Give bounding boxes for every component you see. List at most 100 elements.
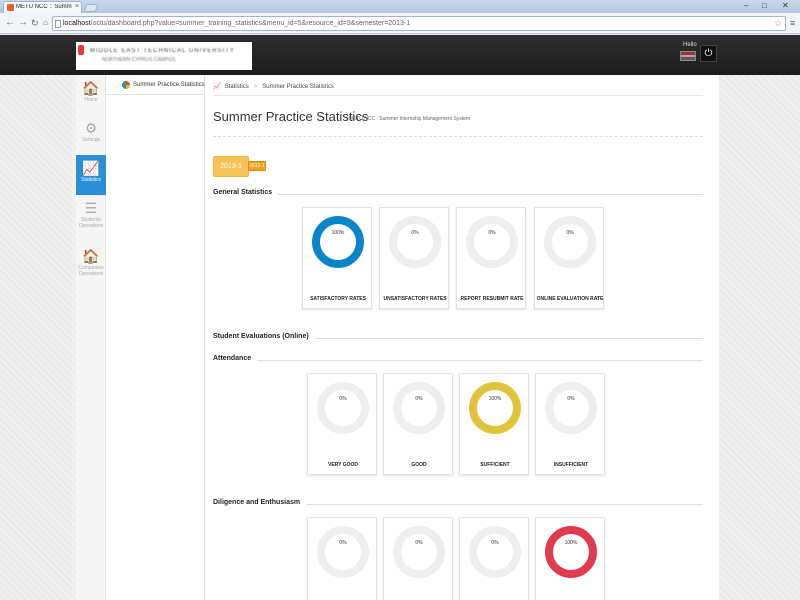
- stat-label: UNSATISFACTORY RATES: [383, 296, 447, 302]
- stat-value: 0%: [411, 230, 419, 236]
- sub-navigation: Summer Practice Statistics: [106, 75, 205, 600]
- donut-ring: [466, 216, 518, 268]
- user-avatar[interactable]: [680, 51, 696, 61]
- donut-ring: [545, 382, 597, 434]
- stat-label: INSUFFICIENT: [553, 462, 589, 468]
- stat-value: 0%: [339, 396, 347, 402]
- back-icon[interactable]: ←: [5, 17, 15, 29]
- semester-dropdown[interactable]: 2013-1: [248, 161, 266, 171]
- stat-card: 100%: [535, 517, 605, 600]
- section-general-statistics: General Statistics: [213, 189, 703, 199]
- home-icon: 🏠: [82, 80, 100, 96]
- stat-card: 0%: [459, 517, 529, 600]
- new-tab-button[interactable]: [83, 4, 99, 12]
- stat-label: REPORT RESUBMIT RATE: [460, 296, 524, 302]
- divider: [213, 194, 703, 195]
- donut-ring: [389, 216, 441, 268]
- sidebar-item-label: Students Operations: [78, 217, 104, 229]
- donut-ring: [317, 382, 369, 434]
- stat-label: ONLINE EVALUATION RATE: [536, 296, 604, 302]
- section-diligence: Diligence and Enthusiasm: [213, 499, 703, 509]
- hello-text: Hello: [683, 42, 697, 48]
- browser-toolbar: ← → ↻ ⌂ localhost/octu/dashboard.php?val…: [0, 13, 800, 34]
- stat-label: SUFFICIENT: [480, 462, 510, 468]
- sidebar-item-students-operations[interactable]: ☰ Students Operations: [76, 195, 106, 235]
- browser-menu-icon[interactable]: ≡: [790, 18, 795, 28]
- breadcrumb-current: Summer Practice Statistics: [262, 84, 334, 90]
- stat-value: 0%: [415, 540, 423, 546]
- close-window-button[interactable]: ✕: [782, 1, 789, 10]
- stat-label: SATISFACTORY RATES: [310, 296, 366, 302]
- sidebar-item-label: Settings: [81, 137, 101, 143]
- favicon-icon: [7, 4, 14, 11]
- donut-ring: [469, 382, 521, 434]
- sidebar-item-statistics[interactable]: 📈 Statistics: [76, 155, 106, 195]
- line-chart-icon: 📈: [213, 83, 222, 90]
- main-sidebar: 🏠 Home ⚙ Settings 📈 Statistics ☰ Student…: [76, 75, 106, 600]
- breadcrumb-statistics[interactable]: Statistics: [225, 84, 249, 90]
- logo-text-line2: NORTHERN CYPRUS CAMPUS: [102, 57, 176, 63]
- university-logo[interactable]: MIDDLE EAST TECHNICAL UNIVERSITY NORTHER…: [76, 42, 252, 70]
- donut-ring: [545, 526, 597, 578]
- pie-chart-icon: [122, 81, 130, 89]
- stat-label: VERY GOOD: [327, 462, 358, 468]
- power-icon: ⏻: [704, 48, 713, 59]
- stat-card: 0% ONLINE EVALUATION RATE: [534, 207, 604, 309]
- stat-value: 100%: [488, 396, 502, 402]
- stat-value: 0%: [567, 396, 575, 402]
- reload-icon[interactable]: ↻: [31, 17, 39, 29]
- page-subtitle: | METU NCC : Summer Internship Managemen…: [346, 116, 471, 122]
- section-student-evaluations: Student Evaluations (Online): [213, 333, 703, 343]
- donut-ring: [469, 526, 521, 578]
- stat-card: 0% UNSATISFACTORY RATES: [379, 207, 449, 309]
- bookmark-star-icon[interactable]: ☆: [774, 18, 782, 29]
- logout-button[interactable]: ⏻: [700, 45, 717, 62]
- section-title: General Statistics: [213, 189, 279, 196]
- donut-ring: [544, 216, 596, 268]
- sidebar-item-label: Companies Operations: [78, 265, 104, 277]
- donut-ring: [317, 526, 369, 578]
- semester-button[interactable]: 2013-1: [213, 156, 249, 177]
- logo-text-line1: MIDDLE EAST TECHNICAL UNIVERSITY: [90, 48, 235, 54]
- url-text: localhost/octu/dashboard.php?value=summe…: [63, 20, 411, 27]
- subnav-item-summer-practice-statistics[interactable]: Summer Practice Statistics: [106, 75, 205, 95]
- stat-label: GOOD: [411, 462, 427, 468]
- list-icon: ☰: [84, 200, 98, 216]
- sidebar-item-label: Statistics: [80, 177, 101, 183]
- section-title: Diligence and Enthusiasm: [213, 499, 307, 506]
- stat-value: 100%: [564, 540, 578, 546]
- minimize-button[interactable]: –: [744, 1, 748, 10]
- stat-card: 100% SUFFICIENT: [459, 373, 529, 475]
- donut-ring: [312, 216, 364, 268]
- stat-card: 100% SATISFACTORY RATES: [302, 207, 372, 309]
- forward-icon[interactable]: →: [18, 17, 28, 29]
- stat-card: 0%: [307, 517, 377, 600]
- sidebar-item-companies-operations[interactable]: 🏠 Companies Operations: [76, 243, 106, 283]
- sidebar-item-home[interactable]: 🏠 Home: [76, 75, 106, 115]
- stat-card: 0%: [383, 517, 453, 600]
- main-content: 📈 Statistics > Summer Practice Statistics S…: [205, 75, 719, 600]
- tab-close-icon[interactable]: ×: [75, 3, 79, 10]
- stat-value: 0%: [339, 540, 347, 546]
- gear-icon: ⚙: [84, 120, 98, 136]
- sidebar-item-label: Home: [84, 97, 98, 103]
- logo-mark-icon: [78, 45, 84, 55]
- section-attendance: Attendance: [213, 355, 703, 365]
- subnav-item-label: Summer Practice Statistics: [133, 82, 205, 88]
- address-bar[interactable]: localhost/octu/dashboard.php?value=summe…: [52, 16, 786, 31]
- section-title: Attendance: [213, 355, 258, 362]
- stat-value: 0%: [491, 540, 499, 546]
- stat-value: 0%: [566, 230, 574, 236]
- stat-card: 0% GOOD: [383, 373, 453, 475]
- browser-tab[interactable]: METU NCC :: Summer Intern ×: [3, 1, 82, 13]
- stat-card: 0% VERY GOOD: [307, 373, 377, 475]
- maximize-button[interactable]: □: [762, 1, 767, 10]
- divider: [213, 136, 703, 137]
- donut-ring: [393, 382, 445, 434]
- stat-card: 0% REPORT RESUBMIT RATE: [456, 207, 526, 309]
- home-icon[interactable]: ⌂: [43, 17, 48, 29]
- divider: [213, 95, 703, 96]
- breadcrumb-separator: >: [253, 84, 258, 90]
- sidebar-item-settings[interactable]: ⚙ Settings: [76, 115, 106, 155]
- stat-card: 0% INSUFFICIENT: [535, 373, 605, 475]
